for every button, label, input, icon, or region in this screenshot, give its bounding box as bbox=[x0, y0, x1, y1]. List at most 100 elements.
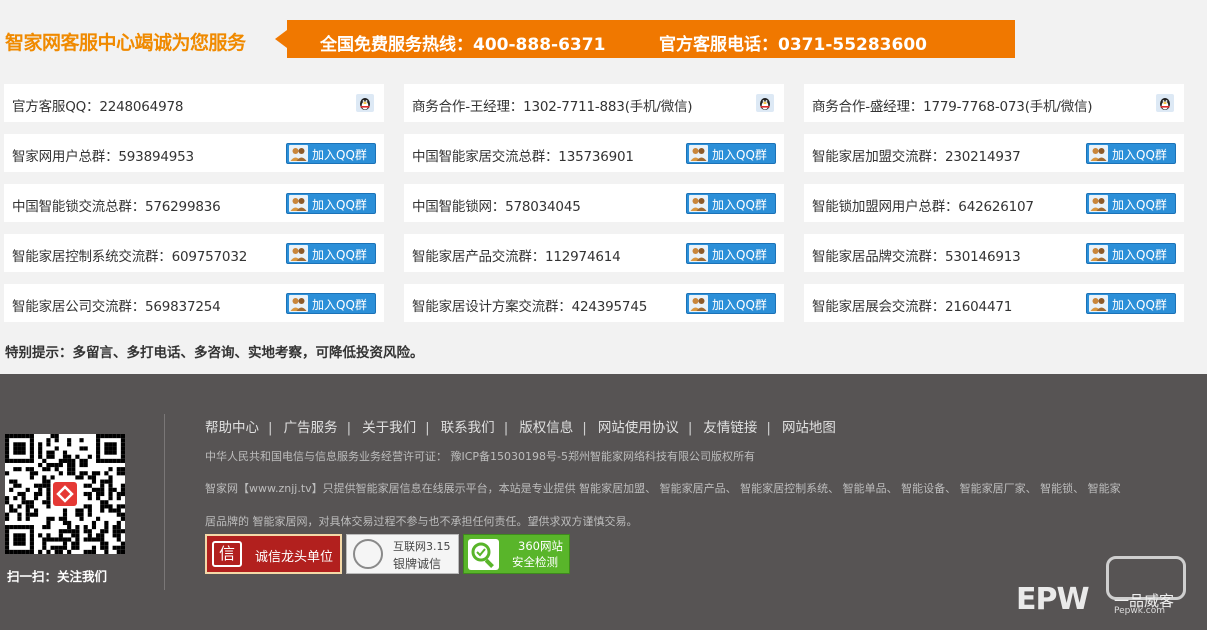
internet-315-badge[interactable]: 互联网3.15 银牌诚信 bbox=[346, 534, 459, 574]
qq-penguin-icon[interactable] bbox=[1156, 94, 1174, 112]
qr-code-graphic bbox=[5, 434, 125, 554]
footer-nav-link[interactable]: 网站使用协议 bbox=[598, 420, 679, 436]
join-qq-group-label: 加入QQ群 bbox=[1112, 148, 1167, 162]
internet-315-label: 互联网3.15 bbox=[393, 540, 451, 553]
join-qq-group-button[interactable]: 加入QQ群 bbox=[1086, 293, 1176, 314]
group-users-icon bbox=[289, 195, 308, 212]
contact-text: 智能锁加盟网用户总群：642626107 bbox=[812, 199, 1034, 215]
contact-text: 智能家居设计方案交流群：424395745 bbox=[412, 299, 648, 315]
contact-card: 智能家居设计方案交流群：424395745 加入QQ群 bbox=[404, 284, 784, 322]
join-qq-group-label: 加入QQ群 bbox=[1112, 298, 1167, 312]
nav-separator: | bbox=[268, 420, 273, 436]
join-qq-group-button[interactable]: 加入QQ群 bbox=[1086, 143, 1176, 164]
silver-integrity-label: 银牌诚信 bbox=[393, 557, 442, 571]
group-users-icon bbox=[1089, 295, 1108, 312]
join-qq-group-label: 加入QQ群 bbox=[712, 148, 767, 162]
qq-penguin-icon[interactable] bbox=[756, 94, 774, 112]
group-users-icon bbox=[689, 245, 708, 262]
contact-card: 中国智能锁交流总群：576299836 加入QQ群 bbox=[4, 184, 384, 222]
nav-separator: | bbox=[425, 420, 430, 436]
contact-card: 商务合作-王经理：1302-7711-883(手机/微信) bbox=[404, 84, 784, 122]
contact-card: 智能家居产品交流群：112974614 加入QQ群 bbox=[404, 234, 784, 272]
contact-text: 智能家居产品交流群：112974614 bbox=[412, 249, 621, 265]
footer-nav: 帮助中心 | 广告服务 | 关于我们 | 联系我们 | 版权信息 | 网站使用协议 | 友情链接 | 网站地… bbox=[205, 416, 836, 436]
360-security-badge[interactable]: 360网站 安全检测 bbox=[463, 534, 570, 574]
security-check-label: 安全检测 bbox=[512, 555, 558, 569]
join-qq-group-button[interactable]: 加入QQ群 bbox=[286, 193, 376, 214]
seal-icon bbox=[353, 539, 383, 569]
footer-nav-link[interactable]: 版权信息 bbox=[519, 420, 573, 436]
join-qq-group-button[interactable]: 加入QQ群 bbox=[286, 243, 376, 264]
contact-text: 智能家居品牌交流群：530146913 bbox=[812, 249, 1021, 265]
integrity-leader-label: 诚信龙头单位 bbox=[255, 550, 334, 565]
nav-separator: | bbox=[346, 420, 352, 436]
join-qq-group-label: 加入QQ群 bbox=[312, 248, 367, 262]
footer-nav-link[interactable]: 广告服务 bbox=[284, 420, 338, 436]
nav-separator: | bbox=[582, 420, 587, 436]
360-label: 360网站 bbox=[518, 539, 563, 553]
join-qq-group-button[interactable]: 加入QQ群 bbox=[686, 243, 776, 264]
hotline-banner: 全国免费服务热线：400-888-6371 官方客服电话：0371-552836… bbox=[275, 20, 1015, 58]
contact-text: 智能家居控制系统交流群：609757032 bbox=[12, 249, 248, 265]
license-text: 中华人民共和国电信与信息服务业务经营许可证： 豫ICP备15030198号-5郑… bbox=[205, 450, 756, 463]
join-qq-group-label: 加入QQ群 bbox=[1112, 198, 1167, 212]
service-slogan: 智家网客服中心竭诚为您服务 bbox=[5, 32, 246, 54]
group-users-icon bbox=[289, 295, 308, 312]
site-description-line2: 居品牌的 智能家居网，对具体交易过程不参与也不承担任何责任。望供求双方谨慎交易。 bbox=[205, 515, 638, 528]
footer-nav-link[interactable]: 帮助中心 bbox=[205, 420, 259, 436]
contact-card: 官方客服QQ：2248064978 bbox=[4, 84, 384, 122]
magnifier-shield-icon bbox=[468, 539, 499, 570]
join-qq-group-label: 加入QQ群 bbox=[312, 298, 367, 312]
special-tip: 特别提示：多留言、多打电话、多咨询、实地考察，可降低投资风险。 bbox=[5, 345, 424, 361]
nav-separator: | bbox=[687, 420, 693, 436]
join-qq-group-button[interactable]: 加入QQ群 bbox=[686, 293, 776, 314]
watermark-logo: EPW bbox=[1016, 582, 1090, 617]
contact-card: 智家网用户总群：593894953 加入QQ群 bbox=[4, 134, 384, 172]
join-qq-group-button[interactable]: 加入QQ群 bbox=[686, 143, 776, 164]
nav-separator: | bbox=[503, 420, 509, 436]
contact-card: 智能家居展会交流群：21604471 加入QQ群 bbox=[804, 284, 1184, 322]
group-users-icon bbox=[1089, 145, 1108, 162]
site-description-line1: 智家网【www.znjj.tv】只提供智能家居信息在线展示平台，本站是专业提供 … bbox=[205, 482, 1121, 495]
footer-nav-link[interactable]: 关于我们 bbox=[362, 420, 416, 436]
footer-nav-link[interactable]: 联系我们 bbox=[441, 420, 495, 436]
group-users-icon bbox=[689, 145, 708, 162]
contact-text: 商务合作-王经理：1302-7711-883(手机/微信) bbox=[412, 99, 693, 115]
footer-nav-link[interactable]: 网站地图 bbox=[782, 420, 836, 436]
join-qq-group-button[interactable]: 加入QQ群 bbox=[1086, 243, 1176, 264]
footer-nav-link[interactable]: 友情链接 bbox=[703, 420, 757, 436]
group-users-icon bbox=[1089, 245, 1108, 262]
contact-card: 中国智能锁网：578034045 加入QQ群 bbox=[404, 184, 784, 222]
qq-penguin-icon[interactable] bbox=[356, 94, 374, 112]
credit-icon: 信 bbox=[212, 541, 242, 567]
join-qq-group-label: 加入QQ群 bbox=[312, 198, 367, 212]
join-qq-group-button[interactable]: 加入QQ群 bbox=[286, 293, 376, 314]
header-bar: 智家网客服中心竭诚为您服务 全国免费服务热线：400-888-6371 官方客服… bbox=[0, 18, 1207, 60]
join-qq-group-button[interactable]: 加入QQ群 bbox=[286, 143, 376, 164]
contact-text: 中国智能锁交流总群：576299836 bbox=[12, 199, 221, 215]
qr-label: 扫一扫：关注我们 bbox=[7, 569, 108, 584]
join-qq-group-label: 加入QQ群 bbox=[1112, 248, 1167, 262]
group-users-icon bbox=[289, 245, 308, 262]
join-qq-group-button[interactable]: 加入QQ群 bbox=[686, 193, 776, 214]
contact-text: 中国智能家居交流总群：135736901 bbox=[412, 149, 634, 165]
contact-text: 智能家居加盟交流群：230214937 bbox=[812, 149, 1021, 165]
contact-text: 智能家居展会交流群：21604471 bbox=[812, 299, 1013, 315]
group-users-icon bbox=[1089, 195, 1108, 212]
contact-card: 智能锁加盟网用户总群：642626107 加入QQ群 bbox=[804, 184, 1184, 222]
contact-text: 智能家居公司交流群：569837254 bbox=[12, 299, 221, 315]
contact-card: 商务合作-盛经理：1779-7768-073(手机/微信) bbox=[804, 84, 1184, 122]
contact-text: 商务合作-盛经理：1779-7768-073(手机/微信) bbox=[812, 99, 1093, 115]
integrity-leader-badge[interactable]: 信 诚信龙头单位 bbox=[205, 534, 342, 574]
contact-card: 中国智能家居交流总群：135736901 加入QQ群 bbox=[404, 134, 784, 172]
footer: 扫一扫：关注我们 帮助中心 | 广告服务 | 关于我们 | 联系我们 | 版权信息 | 网站使用协议… bbox=[0, 374, 1207, 630]
join-qq-group-button[interactable]: 加入QQ群 bbox=[1086, 193, 1176, 214]
contact-text: 官方客服QQ：2248064978 bbox=[12, 99, 184, 115]
join-qq-group-label: 加入QQ群 bbox=[712, 298, 767, 312]
contact-card: 智能家居加盟交流群：230214937 加入QQ群 bbox=[804, 134, 1184, 172]
service-phone: 官方客服电话：0371-55283600 bbox=[659, 35, 927, 55]
free-hotline: 全国免费服务热线：400-888-6371 bbox=[320, 35, 606, 55]
group-users-icon bbox=[289, 145, 308, 162]
join-qq-group-label: 加入QQ群 bbox=[712, 248, 767, 262]
qr-code bbox=[5, 434, 125, 554]
